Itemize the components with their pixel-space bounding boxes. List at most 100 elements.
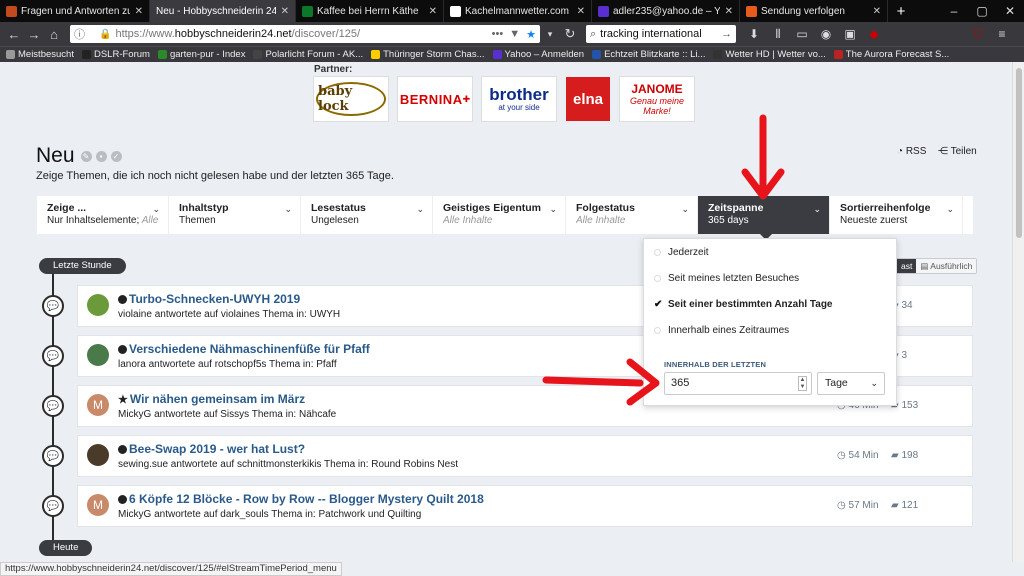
bookmark-star-icon[interactable]: ★ — [526, 28, 536, 41]
new-tab-button[interactable]: + — [888, 0, 914, 22]
time-period-option[interactable]: Jederzeit — [654, 247, 709, 258]
close-window-icon[interactable]: ✕ — [996, 0, 1024, 22]
avatar[interactable] — [87, 444, 109, 466]
browser-tab[interactable]: Fragen und Antworten zum n ✕ — [0, 0, 150, 22]
share-link[interactable]: ⋲ Teilen — [938, 146, 977, 157]
dropdown-history-icon[interactable]: ▾ — [540, 24, 560, 44]
close-tab-icon[interactable]: ✕ — [577, 6, 585, 17]
delete-icon[interactable]: ▪ — [95, 150, 107, 162]
days-number-value: 365 — [671, 377, 690, 389]
close-tab-icon[interactable]: ✕ — [135, 6, 143, 17]
bookmark-item[interactable]: garten-pur - Index — [157, 49, 245, 60]
bernina-logo[interactable]: BERNINA ✚ — [397, 76, 473, 122]
vertical-scrollbar[interactable] — [1012, 62, 1024, 562]
ublock-icon[interactable]: ◆ — [864, 27, 884, 42]
shield-icon[interactable]: ⛉ — [968, 27, 988, 42]
timeline-comment-icon: 💬 — [42, 395, 64, 417]
close-tab-icon[interactable]: ✕ — [873, 6, 881, 17]
minimize-icon[interactable]: – — [940, 0, 968, 22]
filter-1[interactable]: Inhaltstyp Themen ⌄ — [169, 196, 301, 234]
bookmark-item[interactable]: Meistbesucht — [6, 49, 74, 60]
days-number-input[interactable]: 365 ▲ ▼ — [664, 372, 812, 395]
post-title-link[interactable]: ★ Wir nähen gemeinsam im März — [118, 392, 305, 406]
chevron-down-icon: ⌄ — [416, 204, 424, 214]
addon-icon[interactable]: ▣ — [840, 27, 860, 42]
filter-5[interactable]: Zeitspanne 365 days ⌄ — [698, 196, 830, 240]
filter-0[interactable]: Zeige ...Nur Inhaltselemente; Alle ...⌄ — [37, 196, 169, 234]
bookmark-favicon-icon — [492, 50, 502, 59]
post-reply-count-value: 198 — [901, 450, 919, 461]
post-reply-count: ▰ 198 — [891, 450, 918, 461]
library-icon[interactable]: ⫴ — [768, 27, 788, 42]
avatar[interactable]: M — [87, 394, 109, 416]
browser-tab[interactable]: Neu - Hobbyschneiderin 24 ✕ — [150, 0, 296, 22]
edit-icon[interactable]: ✎ — [80, 150, 92, 162]
forward-icon[interactable]: → — [24, 24, 44, 44]
filter-value-muted: Alle Inhalte — [576, 215, 626, 226]
back-icon[interactable]: ← — [4, 24, 24, 44]
bookmark-item[interactable]: Polarlicht Forum - AK... — [253, 49, 363, 60]
post-title-link[interactable]: Verschiedene Nähmaschinenfüße für Pfaff — [118, 342, 370, 356]
timeline-comment-icon: 💬 — [42, 445, 64, 467]
check-icon[interactable]: ✓ — [110, 150, 122, 162]
post-title: Turbo-Schnecken-UWYH 2019 — [129, 292, 301, 306]
search-go-icon[interactable]: → — [721, 28, 732, 40]
bookmark-item[interactable]: Thüringer Storm Chas... — [371, 49, 485, 60]
bookmark-item[interactable]: Echtzeit Blitzkarte :: Li... — [592, 49, 705, 60]
filter-2[interactable]: Lesestatus Ungelesen ⌄ — [301, 196, 433, 234]
post-title-link[interactable]: 6 Köpfe 12 Blöcke - Row by Row -- Blogge… — [118, 492, 484, 506]
info-icon[interactable]: ⓘ — [74, 26, 85, 42]
time-period-option[interactable]: Innerhalb eines Zeitraumes — [654, 325, 789, 336]
view-compact-button[interactable]: ast — [897, 259, 917, 273]
bookmark-item[interactable]: Yahoo – Anmelden — [492, 49, 584, 60]
download-icon[interactable]: ⬇ — [744, 27, 764, 42]
babylock-logo[interactable]: baby lock — [313, 76, 389, 122]
home-icon[interactable]: ⌂ — [44, 24, 64, 44]
browser-tab[interactable]: Sendung verfolgen ✕ — [740, 0, 888, 22]
bookmarks-toolbar: Meistbesucht DSLR-Forum garten-pur - Index… — [0, 46, 1024, 62]
search-box[interactable]: ⌕ tracking international → — [586, 25, 736, 43]
brother-logo[interactable]: brother at your side — [481, 76, 557, 122]
close-tab-icon[interactable]: ✕ — [725, 6, 733, 17]
bookmark-label: Meistbesucht — [18, 49, 74, 60]
avatar[interactable] — [87, 294, 109, 316]
rss-link[interactable]: ◔ RSS — [897, 146, 926, 157]
bookmark-label: Polarlicht Forum - AK... — [265, 49, 364, 60]
scrollbar-thumb[interactable] — [1016, 68, 1022, 238]
post-title-link[interactable]: Turbo-Schnecken-UWYH 2019 — [118, 292, 300, 306]
page-actions-icon[interactable]: ••• — [492, 28, 504, 41]
time-period-option[interactable]: ✔ Seit einer bestimmten Anzahl Tage — [654, 299, 832, 310]
url-bar[interactable]: ⓘ 🔒 https://www. hobbyschneiderin24.net/d… — [70, 25, 540, 43]
elna-logo[interactable]: elna — [565, 76, 611, 122]
reload-icon[interactable]: ↻ — [560, 24, 580, 44]
close-tab-icon[interactable]: ✕ — [281, 6, 289, 17]
browser-tab[interactable]: adler235@yahoo.de – Yah ✕ — [592, 0, 740, 22]
chevron-down-icon: ⌄ — [152, 204, 160, 214]
bookmark-item[interactable]: DSLR-Forum — [81, 49, 150, 60]
filter-3[interactable]: Geistiges Eigentum Alle Inhalte ⌄ — [433, 196, 566, 234]
tab-strip: Fragen und Antworten zum n✕Neu - Hobbysc… — [0, 0, 888, 22]
time-period-option[interactable]: Seit meines letzten Besuches — [654, 273, 799, 284]
sidebar-icon[interactable]: ▭ — [792, 27, 812, 42]
filter-6[interactable]: Sortierreihenfolge Neueste zuerst ⌄ — [830, 196, 963, 234]
browser-tab[interactable]: Kachelmannwetter.com ✕ — [444, 0, 592, 22]
view-expanded-button[interactable]: ▤ Ausführlich — [916, 259, 977, 273]
maximize-icon[interactable]: ▢ — [968, 0, 996, 22]
bookmark-item[interactable]: Wetter HD | Wetter vo... — [713, 49, 826, 60]
menu-icon[interactable]: ≡ — [992, 27, 1012, 42]
number-spinner-icon[interactable]: ▲ ▼ — [798, 376, 807, 391]
navigation-toolbar: ← → ⌂ ⓘ 🔒 https://www. hobbyschneiderin24… — [0, 22, 1024, 46]
avatar[interactable]: M — [87, 494, 109, 516]
browser-tab[interactable]: Kaffee bei Herrn Käthe ✕ — [296, 0, 444, 22]
bookmark-favicon-icon — [6, 50, 15, 59]
post-title-link[interactable]: Bee-Swap 2019 - wer hat Lust? — [118, 442, 305, 456]
janome-logo[interactable]: JANOME Genau meine Marke! — [619, 76, 695, 122]
unit-select[interactable]: Tage ⌄ — [817, 372, 885, 395]
post-meta: MickyG antwortete auf dark_souls Thema i… — [118, 509, 422, 520]
bookmark-item[interactable]: The Aurora Forecast S... — [833, 49, 949, 60]
close-tab-icon[interactable]: ✕ — [429, 6, 437, 17]
account-icon[interactable]: ◉ — [816, 27, 836, 42]
avatar[interactable] — [87, 344, 109, 366]
pocket-icon[interactable]: ▼ — [509, 28, 520, 41]
filter-4[interactable]: Folgestatus Alle Inhalte ⌄ — [566, 196, 698, 234]
